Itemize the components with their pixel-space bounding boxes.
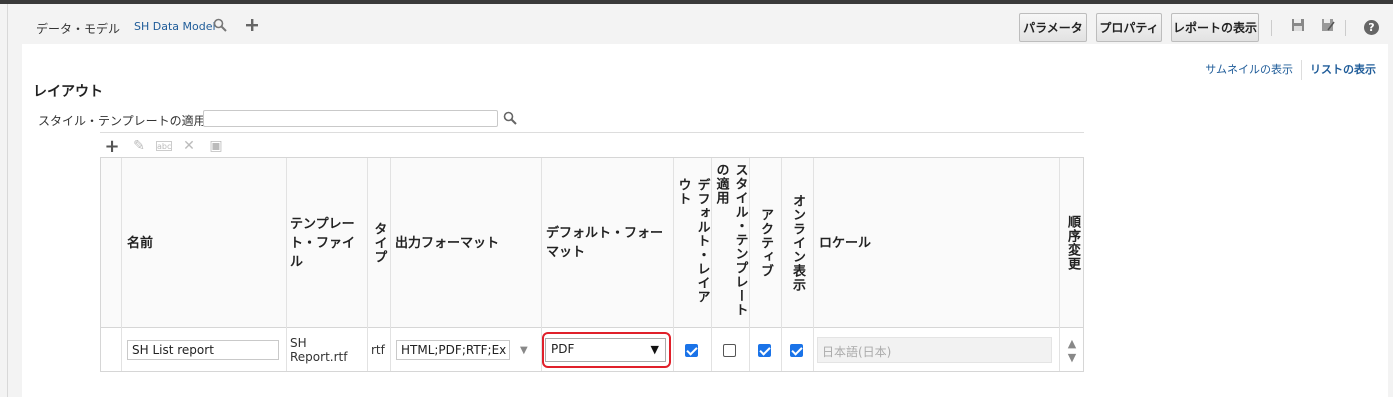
search-icon[interactable] — [211, 18, 229, 36]
separator — [1271, 20, 1272, 36]
header-template-file[interactable]: テンプレート・ファイル — [290, 158, 364, 328]
header-default-format[interactable]: デフォルト・フォーマット — [546, 158, 668, 328]
table-row: SH List report SH Report.rtf rtf HTML;PD… — [101, 329, 1083, 371]
template-file-cell: SH Report.rtf — [290, 336, 348, 364]
highlight-box — [542, 332, 671, 368]
edit-icon[interactable]: ✎ — [129, 138, 149, 154]
table-toolbar: + ✎ abc ✕ ▣ — [102, 136, 226, 157]
main-panel: サムネイルの表示 リストの表示 レイアウト スタイル・テンプレートの適用 + ✎ … — [22, 44, 1388, 397]
output-format-dropdown-icon[interactable]: ▼ — [520, 345, 528, 356]
apply-style-checkbox[interactable] — [723, 343, 736, 357]
style-search-icon[interactable] — [503, 111, 517, 129]
view-toggle: サムネイルの表示 リストの表示 — [1205, 60, 1376, 80]
parameters-button[interactable]: パラメータ — [1019, 13, 1087, 42]
header-reorder: 順序変更 — [1060, 158, 1085, 328]
header-reorder-label: 順序変更 — [1065, 215, 1080, 271]
properties-button[interactable]: プロパティ — [1096, 13, 1162, 42]
section-title: レイアウト — [33, 84, 103, 100]
save-layout-icon[interactable]: ▣ — [206, 138, 226, 154]
thumbnail-view-link[interactable]: サムネイルの表示 — [1205, 63, 1293, 76]
help-icon[interactable]: ? — [1364, 20, 1379, 35]
style-template-label: スタイル・テンプレートの適用 — [38, 114, 206, 128]
header-label: データ・モデル — [36, 22, 121, 36]
header-online-view-label: オンライン表示 — [790, 194, 805, 292]
header-name[interactable]: 名前 — [127, 158, 277, 328]
add-row-icon[interactable]: + — [102, 136, 122, 157]
list-view-link[interactable]: リストの表示 — [1310, 63, 1376, 76]
header-type-label: タイプ — [371, 222, 387, 264]
move-up-icon[interactable]: ▲ — [1068, 338, 1076, 349]
header-online-view[interactable]: オンライン表示 — [782, 158, 813, 328]
header-active[interactable]: アクティブ — [750, 158, 781, 328]
header-type[interactable]: タイプ — [369, 158, 389, 328]
header-default-layout-label: デフォルト・レイアウト — [675, 178, 710, 304]
header-apply-style[interactable]: スタイル・テンプレートの適用 — [712, 158, 749, 328]
header-output-format[interactable]: 出力フォーマット — [395, 158, 535, 328]
output-format-input[interactable]: HTML;PDF;RTF;Ex — [396, 340, 510, 360]
header-active-label: アクティブ — [758, 208, 773, 278]
save-as-icon[interactable] — [1319, 18, 1337, 36]
header-default-layout[interactable]: デフォルト・レイアウト — [674, 158, 711, 328]
separator — [1345, 20, 1346, 36]
delete-icon[interactable]: ✕ — [179, 138, 199, 154]
header-locale[interactable]: ロケール — [819, 158, 1049, 328]
rename-icon[interactable]: abc — [156, 141, 172, 151]
save-icon[interactable] — [1289, 18, 1307, 36]
view-report-button[interactable]: レポートの表示 — [1171, 13, 1259, 42]
move-down-icon[interactable]: ▼ — [1068, 352, 1076, 363]
header-bar: データ・モデル SH Data Model パラメータ プロパティ レポートの表… — [8, 8, 1388, 44]
active-checkbox[interactable] — [758, 343, 771, 357]
separator — [1301, 60, 1302, 80]
layout-table: 名前 テンプレート・ファイル タイプ 出力フォーマット デフォルト・フォーマット… — [100, 157, 1084, 372]
add-icon[interactable] — [243, 18, 261, 36]
header-apply-style-label: スタイル・テンプレートの適用 — [713, 163, 748, 317]
style-template-input[interactable] — [203, 110, 498, 127]
online-view-checkbox[interactable] — [790, 343, 803, 357]
type-cell: rtf — [371, 343, 385, 357]
divider — [100, 132, 1084, 133]
layout-name-input[interactable]: SH List report — [127, 340, 279, 360]
data-model-link[interactable]: SH Data Model — [134, 20, 216, 33]
locale-field[interactable]: 日本語(日本) — [817, 337, 1052, 363]
default-layout-checkbox[interactable] — [685, 343, 698, 357]
